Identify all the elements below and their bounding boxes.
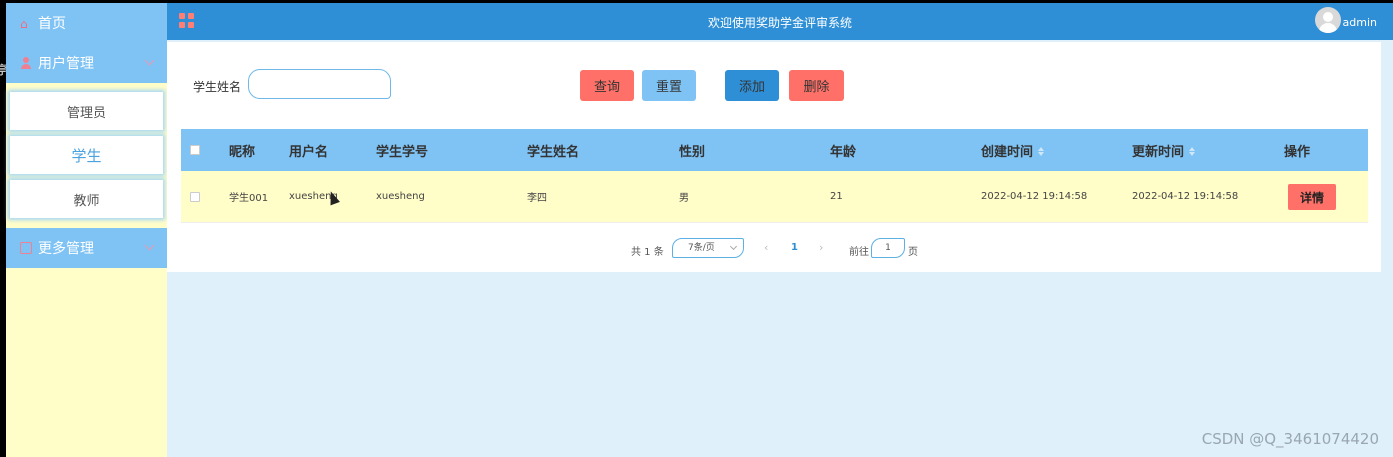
sidebar: ⌂ 首页 用户管理 管理员 学生 教师 更多管理 <box>6 3 167 457</box>
page-size-select[interactable]: 7条/页 <box>672 238 744 258</box>
watermark: CSDN @Q_3461074420 <box>1201 430 1379 448</box>
student-name-search-input[interactable] <box>248 69 391 99</box>
table-header: 昵称 用户名 学生学号 学生姓名 性别 年龄 创建时间 更新时间 操作 <box>181 129 1368 171</box>
sidebar-item-user-management[interactable]: 用户管理 <box>6 43 167 83</box>
column-header-gender: 性别 <box>679 144 706 160</box>
column-header-label: 创建时间 <box>981 144 1034 160</box>
page-unit-label: 页 <box>908 247 918 258</box>
top-header: 欢迎使用奖助学金评审系统 admin <box>167 3 1393 40</box>
cell-nickname: 学生001 <box>229 193 269 204</box>
sidebar-item-label: 更多管理 <box>38 241 94 257</box>
cell-student-no: xuesheng <box>376 191 425 202</box>
select-all-checkbox[interactable] <box>190 145 200 155</box>
sort-icon[interactable] <box>1189 147 1196 156</box>
query-button[interactable]: 查询 <box>580 70 634 101</box>
sidebar-item-student[interactable]: 学生 <box>10 136 163 174</box>
column-header-student-no: 学生学号 <box>376 144 429 160</box>
chevron-right-icon[interactable]: › <box>819 241 823 254</box>
column-header-student-name: 学生姓名 <box>527 144 580 160</box>
user-name[interactable]: admin <box>1343 16 1377 29</box>
column-header-nickname: 昵称 <box>229 144 256 160</box>
avatar[interactable] <box>1315 7 1341 33</box>
chevron-down-icon <box>144 55 155 66</box>
page-number-current[interactable]: 1 <box>791 242 798 253</box>
sort-icon[interactable] <box>1038 147 1045 156</box>
chevron-down-icon <box>144 240 155 251</box>
sidebar-item-more-management[interactable]: 更多管理 <box>6 228 167 268</box>
user-submenu: 管理员 学生 教师 <box>6 83 167 228</box>
column-header-created[interactable]: 创建时间 <box>981 141 1045 160</box>
chevron-left-icon[interactable]: ‹ <box>764 241 768 254</box>
total-count: 共 1 条 <box>631 247 664 258</box>
column-header-username: 用户名 <box>289 144 329 160</box>
sidebar-item-label: 用户管理 <box>38 56 94 72</box>
column-header-updated[interactable]: 更新时间 <box>1132 141 1196 160</box>
main-content-card: 学生姓名 查询 重置 添加 删除 昵称 用户名 学生学号 学生姓名 性别 年龄 … <box>167 42 1381 272</box>
sidebar-item-label: 首页 <box>38 16 66 32</box>
reset-button[interactable]: 重置 <box>642 70 696 101</box>
cell-student-name: 李四 <box>527 193 547 204</box>
pagination: 共 1 条 7条/页 ‹ 1 › 前往 1 页 <box>167 238 1381 262</box>
row-checkbox[interactable] <box>190 191 200 202</box>
student-table: 昵称 用户名 学生学号 学生姓名 性别 年龄 创建时间 更新时间 操作 学生00… <box>181 129 1368 223</box>
delete-button[interactable]: 删除 <box>789 70 844 101</box>
sidebar-item-admin[interactable]: 管理员 <box>10 92 163 130</box>
goto-page-input[interactable]: 1 <box>871 238 905 258</box>
page-size-value: 7条/页 <box>688 243 715 253</box>
sidebar-item-home[interactable]: ⌂ 首页 <box>6 3 167 43</box>
home-icon: ⌂ <box>20 17 28 31</box>
detail-button[interactable]: 详情 <box>1288 184 1336 210</box>
column-header-age: 年龄 <box>830 144 857 160</box>
system-title: 欢迎使用奖助学金评审系统 <box>707 16 852 30</box>
column-header-actions: 操作 <box>1284 144 1311 160</box>
goto-label: 前往 <box>849 247 869 258</box>
sidebar-item-teacher[interactable]: 教师 <box>10 180 163 218</box>
add-button[interactable]: 添加 <box>725 70 779 101</box>
chevron-down-icon <box>729 242 738 251</box>
user-icon <box>20 57 32 69</box>
cell-gender: 男 <box>679 193 689 204</box>
search-label: 学生姓名 <box>193 80 242 94</box>
cell-updated: 2022-04-12 19:14:58 <box>1132 191 1239 202</box>
table-row: 学生001 xuesheng xuesheng 李四 男 21 2022-04-… <box>181 171 1368 223</box>
column-header-label: 更新时间 <box>1132 144 1185 160</box>
copy-icon <box>20 242 32 254</box>
cell-age: 21 <box>830 191 843 202</box>
cell-created: 2022-04-12 19:14:58 <box>981 191 1088 202</box>
